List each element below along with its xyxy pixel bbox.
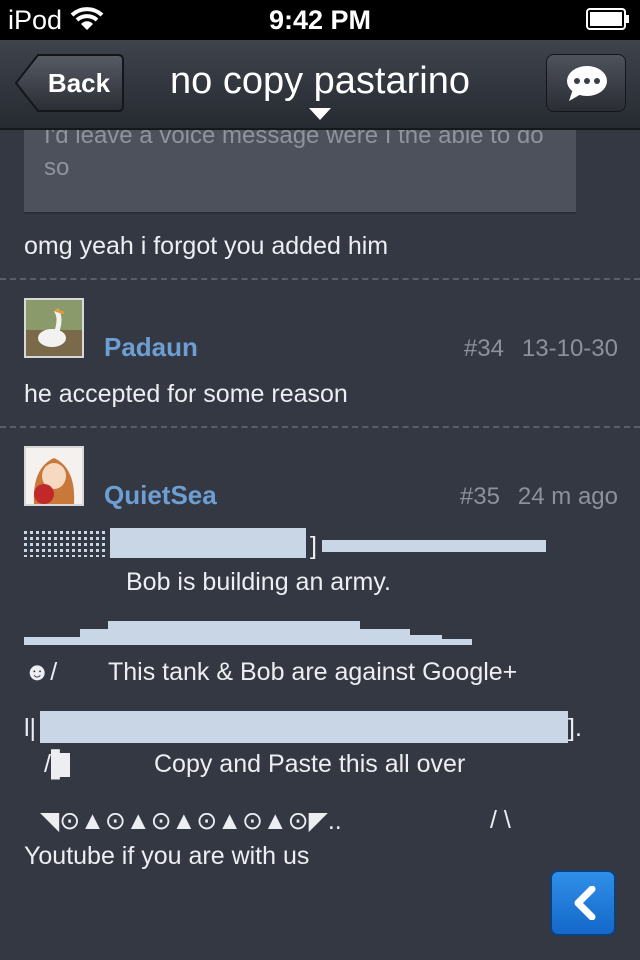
back-button[interactable]: Back [14,54,124,112]
post-meta: #34 13-10-30 [446,335,618,363]
art-line-against: This tank & Bob are against Google+ [108,658,518,686]
post-body: he accepted for some reason [24,380,348,408]
post-number: #34 [463,335,504,362]
quote-block: I'd leave a voice message were I the abl… [24,130,576,214]
quote-text: I'd leave a voice message were I the abl… [44,130,544,181]
page-title[interactable]: no copy pastarino [140,60,500,103]
art-bracket: ] [310,532,317,560]
barrel-block [322,540,546,552]
anime-avatar-image [26,448,82,504]
username[interactable]: QuietSea [104,480,217,511]
art-wheels: ◥⊙▲⊙▲⊙▲⊙▲⊙▲⊙◤.. [40,807,342,835]
navigation-bar: Back no copy pastarino [0,40,640,130]
art-line-army: Bob is building an army. [126,568,391,596]
dotted-cannon [24,531,108,557]
post-meta: #35 24 m ago [442,483,618,511]
track-block [40,711,568,743]
art-line-copy: Copy and Paste this all over [154,750,466,778]
goose-avatar-image [26,300,82,356]
chat-bubble-icon [567,66,607,101]
status-bar: iPod 9:42 PM [0,0,640,40]
thread-content: I'd leave a voice message were I the abl… [0,130,640,960]
art-smiley: ☻/ [24,658,58,686]
previous-page-button[interactable] [550,870,616,936]
art-leg: /▌ [44,750,69,778]
art-track-left: l| [24,714,37,742]
post-time: 24 m ago [517,483,618,510]
chevron-down-icon[interactable] [309,108,331,120]
art-feet: / \ [490,806,511,834]
art-line-youtube: Youtube if you are with us [24,842,310,870]
status-time: 9:42 PM [268,5,372,35]
post-time: 13-10-30 [521,335,618,362]
avatar[interactable] [24,446,84,506]
hull-block [24,621,472,645]
turret-block [110,528,306,558]
battery-icon [586,8,629,30]
post-divider [0,426,640,428]
chevron-left-icon [574,886,596,920]
chat-button[interactable] [546,54,626,112]
reply-text: omg yeah i forgot you added him [24,232,389,260]
back-label: Back [47,68,111,98]
post-divider [0,278,640,280]
username[interactable]: Padaun [104,332,198,363]
art-track-right: ]. [568,714,582,742]
avatar[interactable] [24,298,84,358]
post-number: #35 [459,483,500,510]
